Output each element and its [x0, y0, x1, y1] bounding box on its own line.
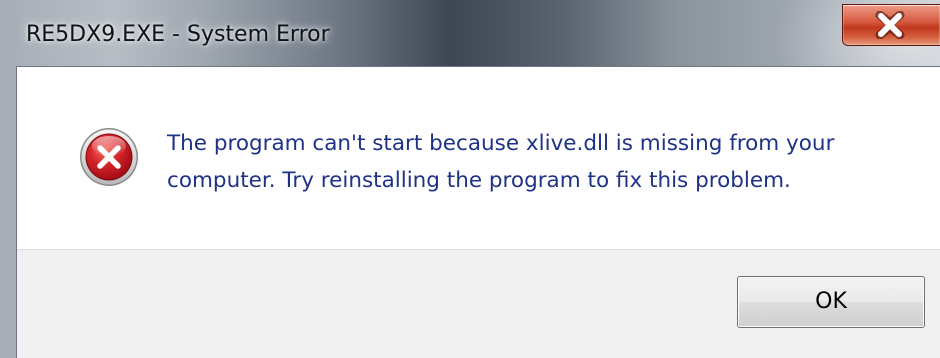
button-area: OK	[17, 249, 940, 358]
title-bar[interactable]: RE5DX9.EXE - System Error	[0, 0, 940, 66]
system-error-dialog: RE5DX9.EXE - System Error The program ca…	[0, 0, 940, 358]
close-icon	[875, 11, 905, 39]
message-area: The program can't start because xlive.dl…	[17, 67, 940, 249]
error-message: The program can't start because xlive.dl…	[167, 125, 927, 199]
close-button[interactable]	[842, 4, 940, 46]
error-icon	[80, 128, 138, 186]
dialog-client-area: The program can't start because xlive.dl…	[16, 66, 940, 358]
ok-button[interactable]: OK	[737, 276, 925, 328]
message-line-1: The program can't start because xlive.dl…	[167, 131, 835, 156]
window-title: RE5DX9.EXE - System Error	[26, 22, 330, 47]
message-line-2: computer. Try reinstalling the program t…	[167, 168, 791, 193]
